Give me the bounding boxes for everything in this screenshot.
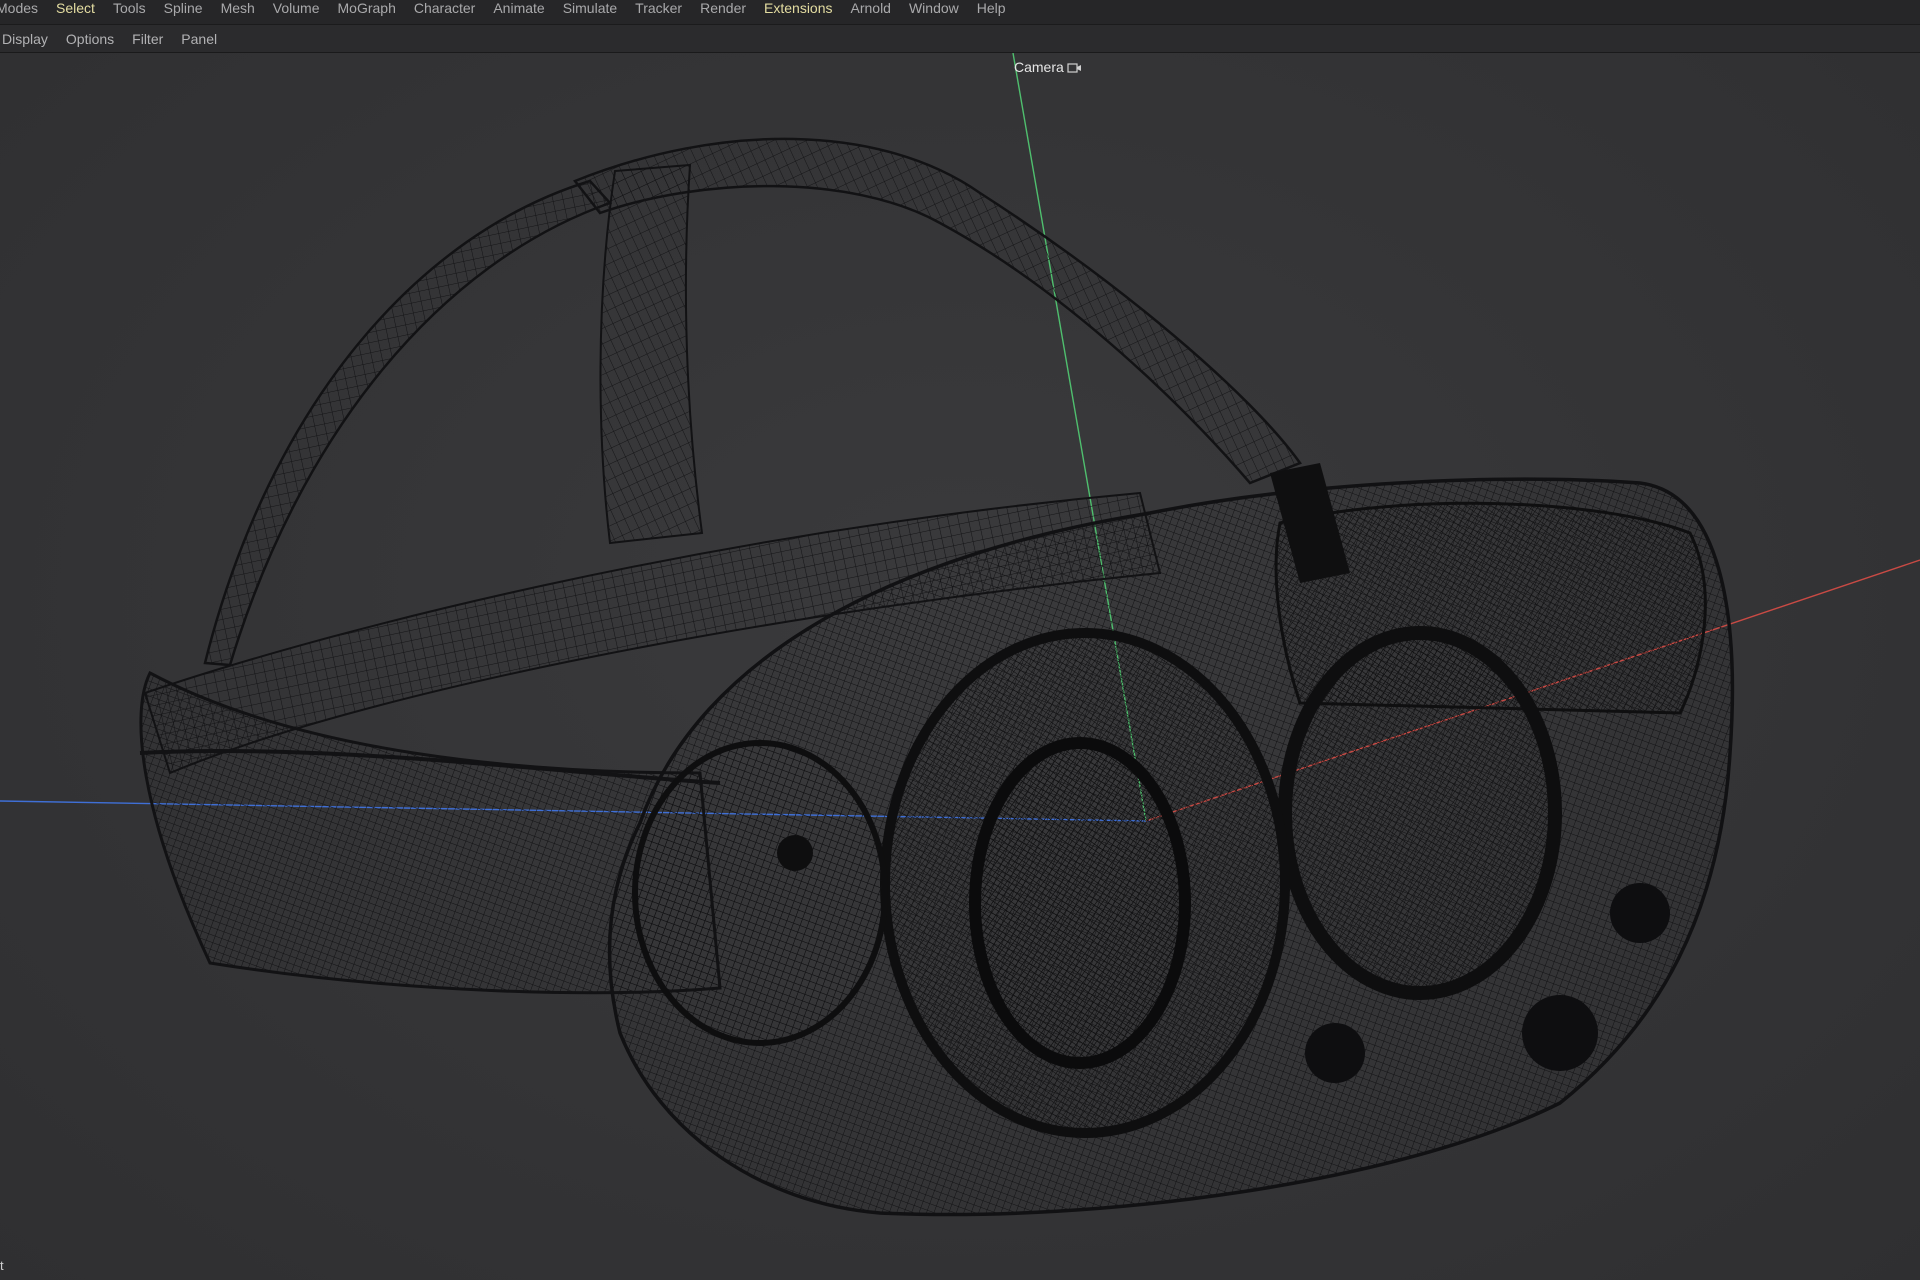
cinema4d-window: Modes Select Tools Spline Mesh Volume Mo… bbox=[0, 0, 1920, 1280]
menu-simulate[interactable]: Simulate bbox=[554, 1, 626, 15]
sensor-left bbox=[1305, 1023, 1365, 1083]
3d-viewport[interactable]: Camera t bbox=[0, 53, 1920, 1280]
sensor-mid bbox=[1610, 883, 1670, 943]
viewport-menu-filter[interactable]: Filter bbox=[123, 31, 172, 47]
menu-render[interactable]: Render bbox=[691, 1, 755, 15]
left-lens-inner bbox=[969, 737, 1191, 1069]
viewport-menu-options[interactable]: Options bbox=[57, 31, 123, 47]
menu-animate[interactable]: Animate bbox=[484, 1, 553, 15]
menu-mesh[interactable]: Mesh bbox=[212, 1, 264, 15]
camera-label-text: Camera bbox=[1014, 59, 1064, 75]
menu-window[interactable]: Window bbox=[900, 1, 968, 15]
menu-arnold[interactable]: Arnold bbox=[842, 1, 900, 15]
menu-mograph[interactable]: MoGraph bbox=[329, 1, 405, 15]
viewport-menubar: Display Options Filter Panel bbox=[0, 25, 1920, 53]
camera-icon bbox=[1067, 61, 1083, 73]
menu-modes[interactable]: Modes bbox=[0, 1, 47, 15]
menu-volume[interactable]: Volume bbox=[264, 1, 329, 15]
menu-tracker[interactable]: Tracker bbox=[626, 1, 691, 15]
menu-spline[interactable]: Spline bbox=[155, 1, 212, 15]
side-dial bbox=[632, 740, 888, 1046]
main-menubar: Modes Select Tools Spline Mesh Volume Mo… bbox=[0, 0, 1920, 25]
viewport-menu-display[interactable]: Display bbox=[0, 31, 57, 47]
wireframe-scene bbox=[0, 53, 1920, 1217]
sensor-right bbox=[1522, 995, 1598, 1071]
menu-character[interactable]: Character bbox=[405, 1, 484, 15]
menu-tools[interactable]: Tools bbox=[104, 1, 155, 15]
vertical-strap bbox=[599, 163, 704, 545]
menu-select[interactable]: Select bbox=[47, 1, 104, 15]
active-camera-label[interactable]: Camera bbox=[1014, 59, 1083, 75]
right-lens-ring bbox=[1278, 626, 1562, 1000]
menu-extensions[interactable]: Extensions bbox=[755, 1, 841, 15]
viewport-corner-text: t bbox=[0, 1258, 4, 1273]
viewport-menu-panel[interactable]: Panel bbox=[172, 31, 226, 47]
side-button bbox=[777, 835, 813, 871]
menu-help[interactable]: Help bbox=[968, 1, 1015, 15]
